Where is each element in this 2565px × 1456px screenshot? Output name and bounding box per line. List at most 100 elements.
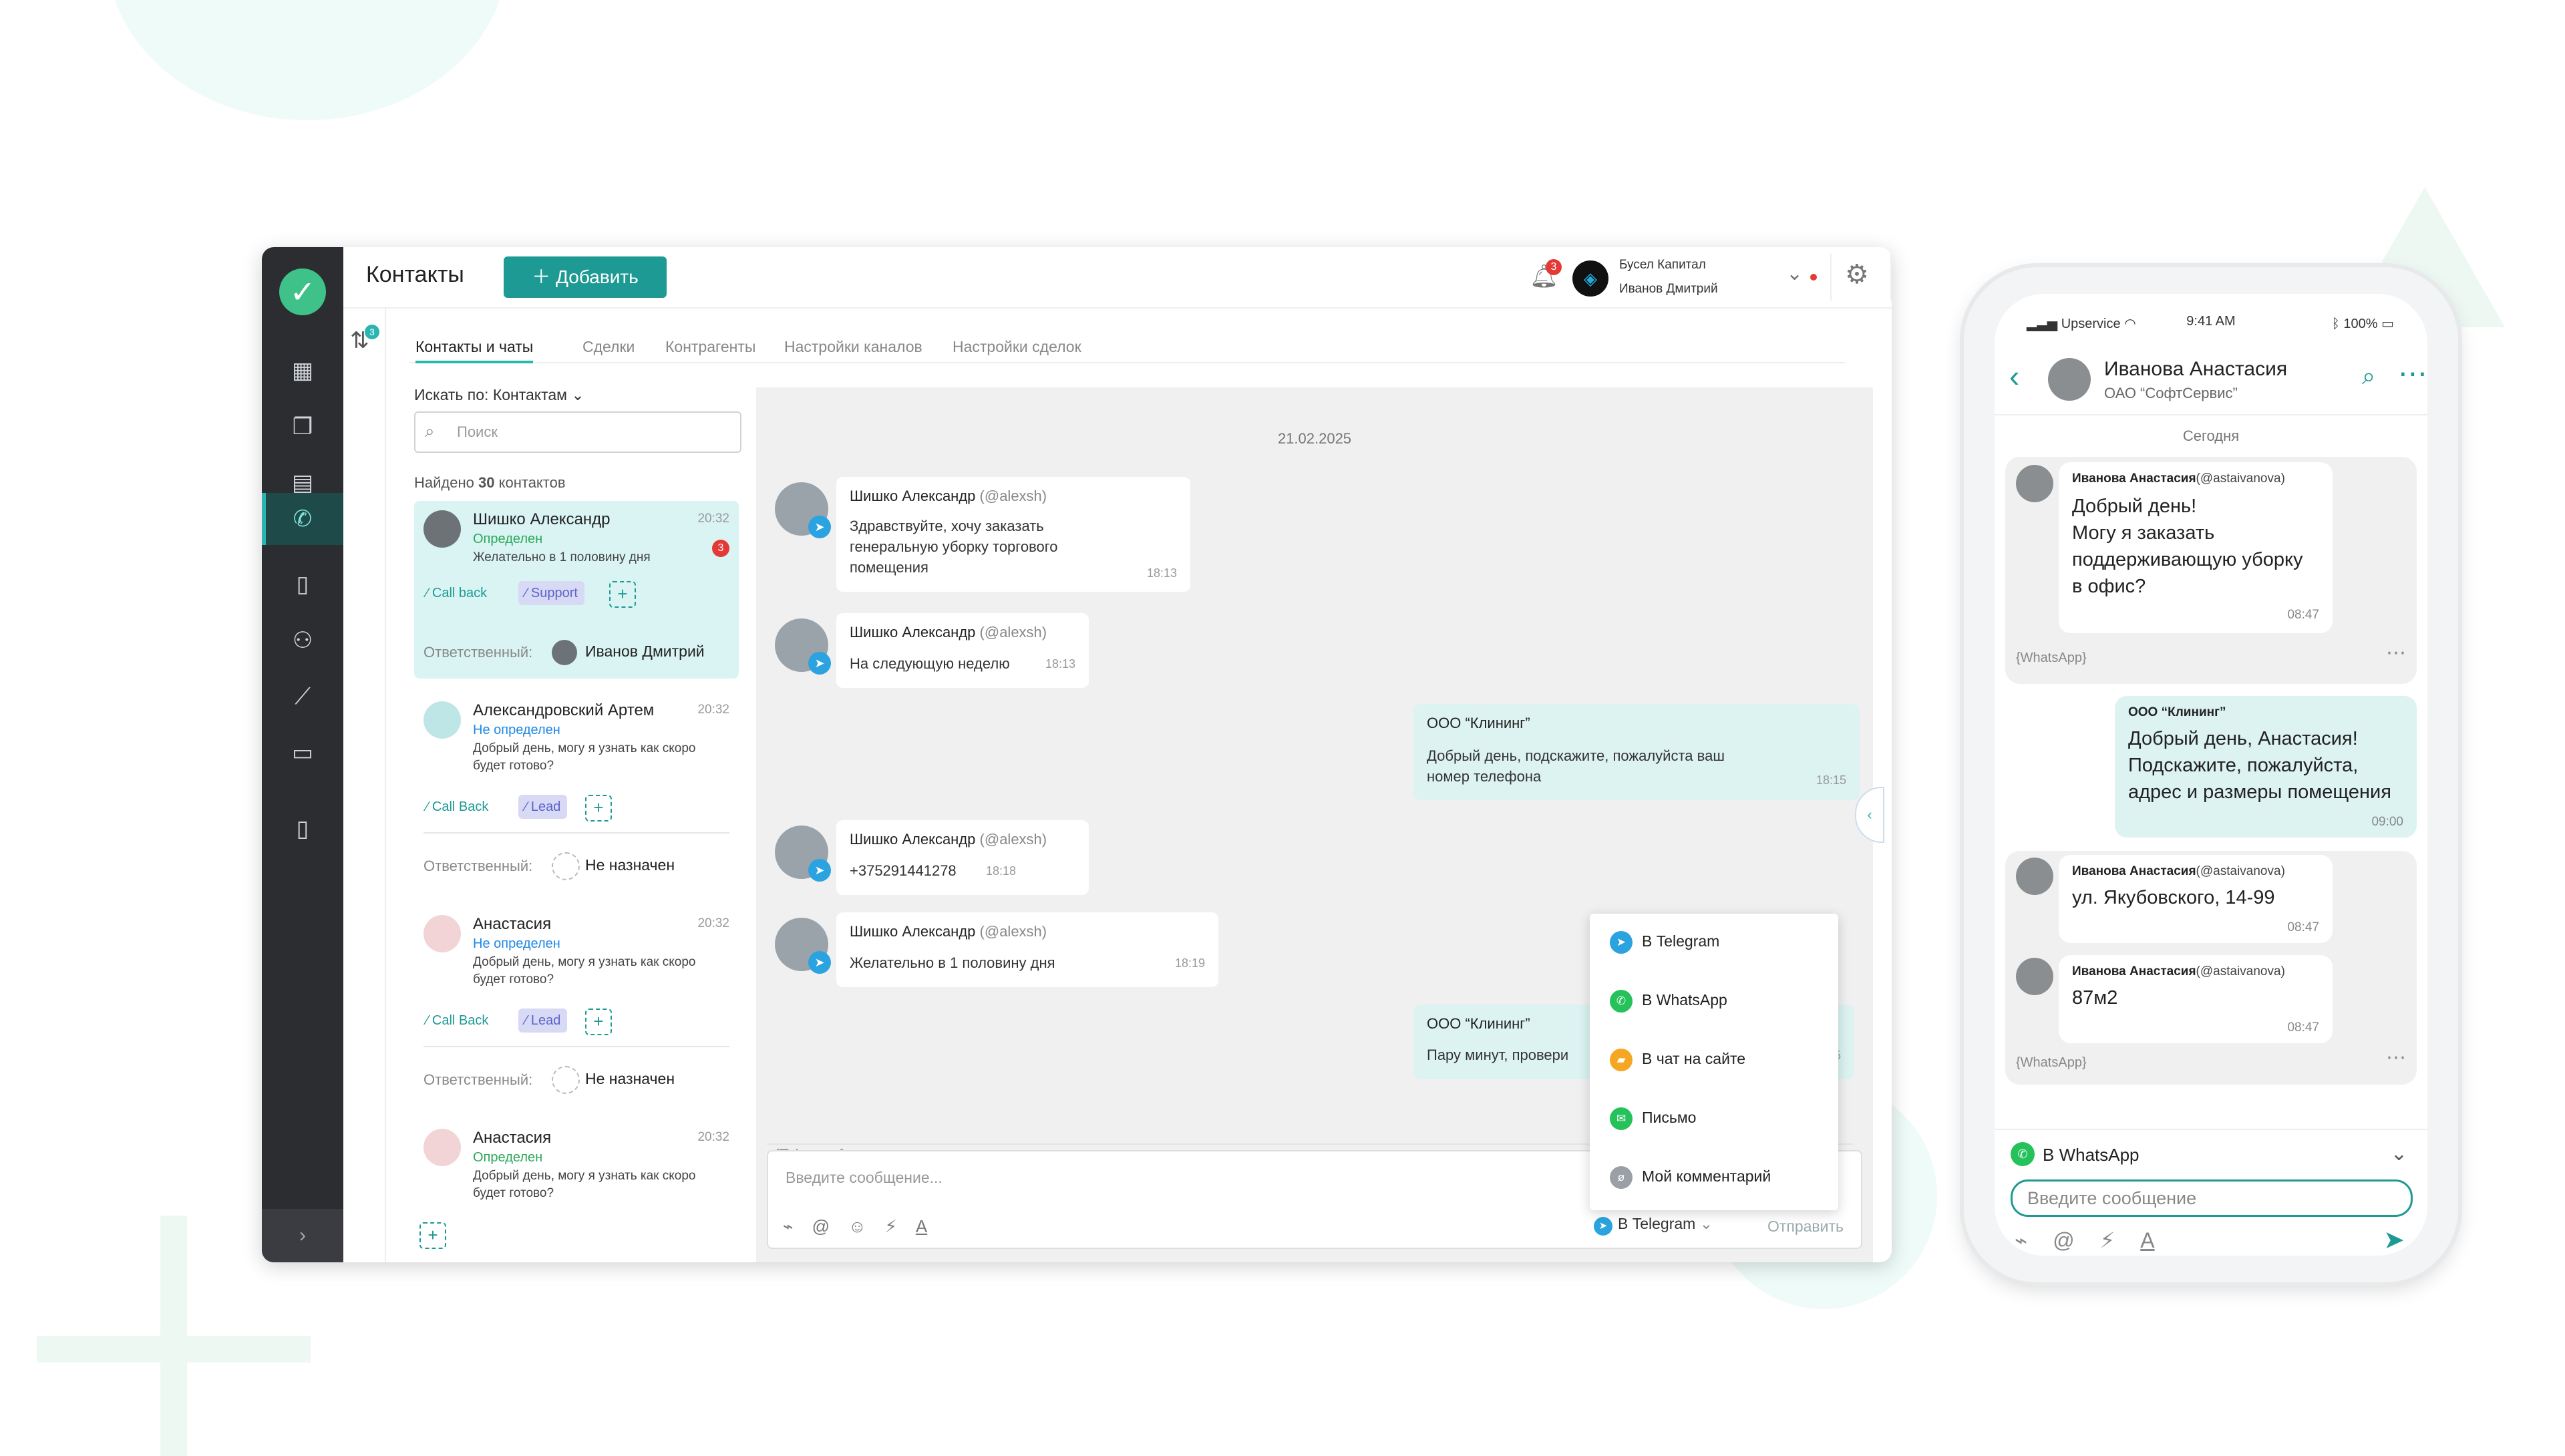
search-by-select[interactable]: Искать по: Контактам ⌄ <box>414 386 584 404</box>
send-icon[interactable]: ➤ <box>2383 1225 2405 1255</box>
search-icon[interactable]: ⌕ <box>2362 362 2375 391</box>
message-bubble: Шишко Александр (@alexsh) На следующую н… <box>836 613 1089 688</box>
chart-icon[interactable]: ⟋ <box>262 673 343 720</box>
tab-deals[interactable]: Сделки <box>582 333 635 361</box>
lightning-icon[interactable]: ⚡︎ <box>2100 1228 2115 1252</box>
message-input[interactable]: Введите сообщение... <box>786 1169 943 1187</box>
message-author: Шишко Александр (@alexsh) <box>850 831 1047 848</box>
more-icon[interactable]: ⋯ <box>2386 641 2406 665</box>
author-name: Шишко Александр <box>850 624 976 641</box>
avatar: ➤ <box>775 826 831 882</box>
lightning-icon[interactable]: ⚡︎ <box>885 1216 897 1236</box>
dropdown-item-whatsapp[interactable]: ✆ В WhatsApp <box>1610 990 1727 1013</box>
send-button[interactable]: Отправить <box>1767 1218 1844 1236</box>
expand-rail-icon[interactable]: › <box>262 1209 343 1262</box>
message-author: Иванова Анастасия(@astaivanova) <box>2072 864 2285 879</box>
message-input[interactable]: Введите сообщение <box>2011 1179 2413 1217</box>
search-icon: ⌕ <box>425 421 435 441</box>
input-placeholder: Введите сообщение <box>2027 1188 2197 1208</box>
mention-icon[interactable]: @ <box>812 1216 830 1236</box>
chat-source: {WhatsApp} <box>2016 651 2087 665</box>
back-icon[interactable]: ‹ <box>2009 358 2019 394</box>
attach-icon[interactable]: ⌁ <box>783 1216 794 1236</box>
dropdown-item-site-chat[interactable]: ▰ В чат на сайте <box>1610 1049 1745 1071</box>
folder-icon[interactable]: ▭ <box>262 729 343 776</box>
dashboard-icon[interactable]: ▦ <box>262 347 343 394</box>
dropdown-item-label: В WhatsApp <box>1642 991 1727 1009</box>
dropdown-item-comment[interactable]: ø Мой комментарий <box>1610 1166 1771 1189</box>
found-count: Найдено 30 контактов <box>414 474 566 492</box>
text-format-icon[interactable]: A <box>916 1216 927 1236</box>
add-button[interactable]: ＋ Добавить <box>504 256 667 298</box>
add-tag-button[interactable]: + <box>609 581 636 608</box>
found-number: 30 <box>478 474 495 491</box>
decor-circle <box>107 0 508 120</box>
composer-tools: ⌁ @ ⚡︎ A <box>2015 1228 2180 1253</box>
tab-counterparties[interactable]: Контрагенты <box>665 333 755 361</box>
tag-callback[interactable]: ⁄ Call Back <box>419 795 495 819</box>
search-input[interactable]: ⌕ Поиск <box>414 411 741 453</box>
mobile-icon[interactable]: ▯ <box>262 805 343 852</box>
contact-name: Анастасия <box>473 1129 552 1147</box>
app-logo-icon[interactable]: ✓ <box>279 268 326 315</box>
list-item[interactable]: Анастасия 20:32 Не определен Добрый день… <box>414 906 739 1106</box>
gear-icon[interactable]: ⚙ <box>1845 259 1869 290</box>
message-text: номер телефона <box>1427 768 1542 785</box>
phone-mockup: ▂▃▅ Upservice ◠ 9:41 AM ᛒ 100% ▭ ‹ Ивано… <box>1964 267 2458 1282</box>
tag-lead[interactable]: ⁄ Lead <box>518 795 568 819</box>
telegram-icon: ➤ <box>1610 931 1633 954</box>
tab-contacts-chats[interactable]: Контакты и чаты <box>415 333 534 363</box>
user-name: Иванов Дмитрий <box>1619 282 1718 296</box>
avatar <box>423 701 461 739</box>
tab-deal-settings[interactable]: Настройки сделок <box>953 333 1081 361</box>
more-icon[interactable]: ⋯ <box>2398 357 2427 391</box>
responsible-name[interactable]: Не назначен <box>585 1070 675 1088</box>
author-handle: (@alexsh) <box>979 488 1047 504</box>
more-icon[interactable]: ⋯ <box>2386 1046 2406 1069</box>
contact-org: ОАО “СофтСервис” <box>2104 385 2238 401</box>
phone-icon[interactable]: ✆ <box>262 493 343 545</box>
users-icon[interactable]: ⚇ <box>262 617 343 664</box>
list-item[interactable]: Анастасия 20:32 Определен Добрый день, м… <box>414 1119 739 1253</box>
status-bar: ▂▃▅ Upservice ◠ 9:41 AM ᛒ 100% ▭ <box>1995 311 2427 338</box>
add-tag-button[interactable]: + <box>585 1009 612 1035</box>
message-text: Могу я заказать <box>2072 522 2215 544</box>
chat-date: Сегодня <box>2182 427 2240 444</box>
chat-icon: ▰ <box>1610 1049 1633 1071</box>
message-time: 08:47 <box>2287 608 2319 622</box>
copy-icon[interactable]: ❐ <box>262 403 343 450</box>
channel-label: В WhatsApp <box>2043 1145 2140 1165</box>
channel-select[interactable]: ➤ В Telegram ⌄ <box>1594 1215 1713 1236</box>
status-dot <box>1810 274 1817 281</box>
dropdown-item-telegram[interactable]: ➤ В Telegram <box>1610 931 1719 954</box>
tab-channel-settings[interactable]: Настройки каналов <box>784 333 922 361</box>
list-item[interactable]: Шишко Александр 20:32 Определен Желатель… <box>414 501 739 679</box>
add-tag-button[interactable]: + <box>585 795 612 822</box>
tag-callback[interactable]: ⁄ Call back <box>419 581 494 605</box>
text-format-icon[interactable]: A <box>2140 1228 2154 1252</box>
avatar: ➤ <box>775 918 831 974</box>
tag-callback[interactable]: ⁄ Call Back <box>419 1009 495 1033</box>
add-tag-button[interactable]: + <box>419 1222 446 1249</box>
book-icon[interactable]: ▯ <box>262 561 343 608</box>
message-bubble: Иванова Анастасия(@astaivanova) 87м2 08:… <box>2059 955 2333 1043</box>
emoji-icon[interactable]: ☺ <box>848 1216 866 1236</box>
dropdown-item-email[interactable]: ✉ Письмо <box>1610 1107 1696 1130</box>
chevron-down-icon: ⌄ <box>571 386 584 403</box>
message-author: Иванова Анастасия(@astaivanova) <box>2072 472 2285 486</box>
responsible-label: Ответственный: <box>423 644 533 661</box>
chevron-down-icon[interactable]: ⌄ <box>1786 262 1803 285</box>
mention-icon[interactable]: @ <box>2053 1228 2074 1252</box>
search-by-label: Искать по: Контактам <box>414 386 567 403</box>
responsible-name[interactable]: Иванов Дмитрий <box>585 643 705 661</box>
message-bubble-outgoing: ООО “Клининг” Добрый день, Анастасия! По… <box>2115 696 2417 838</box>
responsible-name[interactable]: Не назначен <box>585 856 675 874</box>
tag-label: Call Back <box>432 799 489 814</box>
tag-support[interactable]: ⁄ Support <box>518 581 584 605</box>
battery-icon: ▭ <box>2381 317 2394 331</box>
list-item[interactable]: Александровский Артем 20:32 Не определен… <box>414 692 739 892</box>
message-bubble: Иванова Анастасия(@astaivanova) Добрый д… <box>2059 462 2333 633</box>
attach-icon[interactable]: ⌁ <box>2015 1228 2027 1252</box>
tag-lead[interactable]: ⁄ Lead <box>518 1009 568 1033</box>
divider <box>423 1046 729 1047</box>
